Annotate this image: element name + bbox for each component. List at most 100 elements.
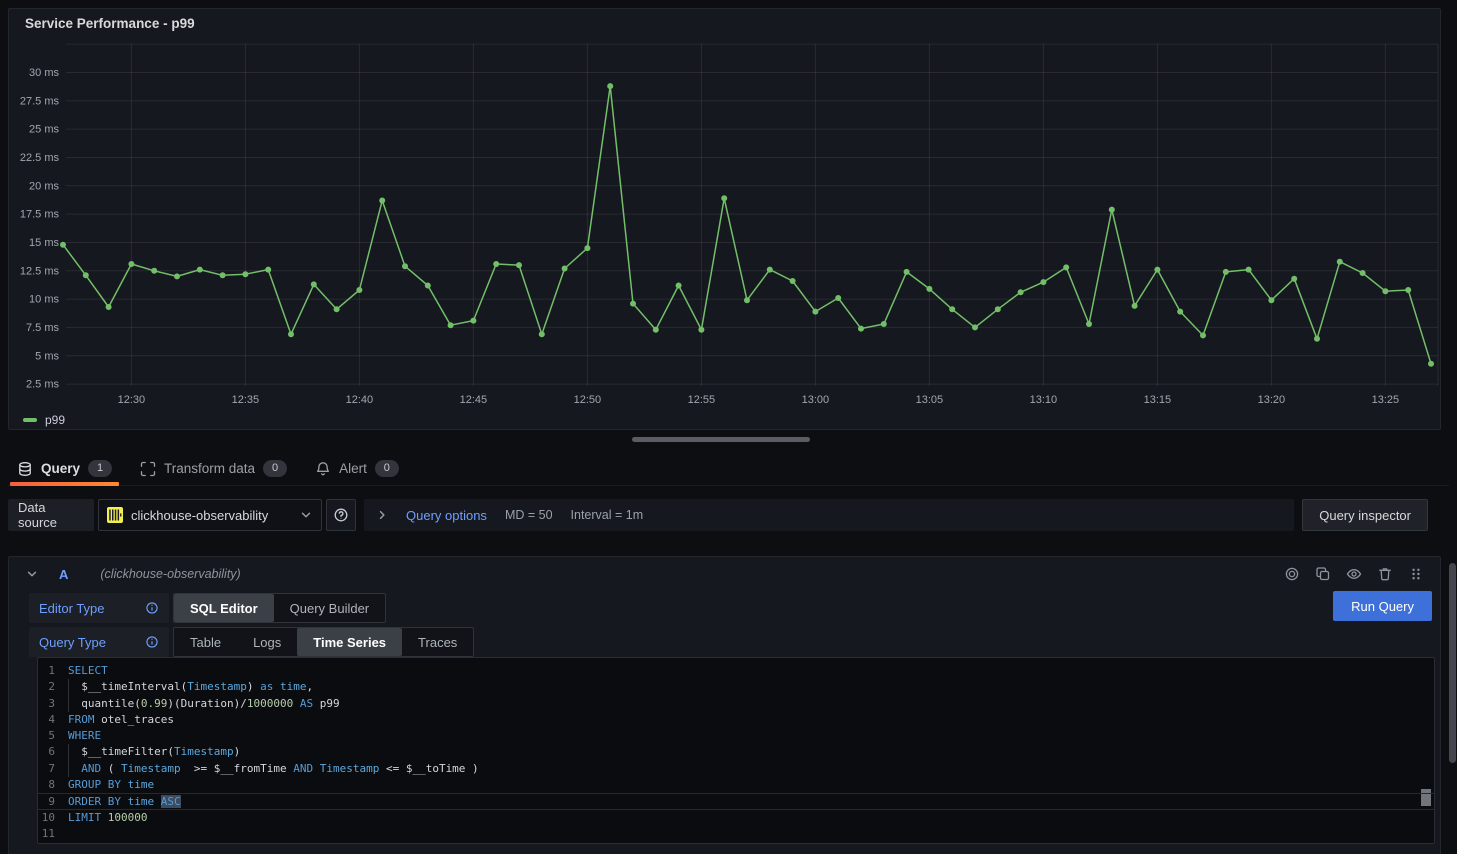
query-type-option-logs[interactable]: Logs <box>237 628 297 656</box>
code-line-4[interactable]: 4FROM otel_traces <box>38 712 1434 728</box>
query-type-option-table[interactable]: Table <box>174 628 237 656</box>
svg-text:13:25: 13:25 <box>1372 394 1400 406</box>
query-type-switch: TableLogsTime SeriesTraces <box>173 627 474 657</box>
panel-title[interactable]: Service Performance - p99 <box>25 16 195 31</box>
code-text: ORDER BY time ASC <box>68 794 181 808</box>
tab-label: Query <box>41 461 80 476</box>
query-inspector-button[interactable]: Query inspector <box>1302 499 1428 531</box>
svg-text:5 ms: 5 ms <box>35 350 59 362</box>
svg-text:27.5 ms: 27.5 ms <box>20 95 60 107</box>
legend-swatch <box>23 418 37 422</box>
editor-type-switch: SQL EditorQuery Builder <box>173 593 386 623</box>
page-scrollbar-thumb[interactable] <box>1449 563 1456 763</box>
editor-type-row: Editor Type SQL EditorQuery Builder <box>29 593 386 623</box>
query-type-option-traces[interactable]: Traces <box>402 628 473 656</box>
code-text: AND ( Timestamp >= $__fromTime AND Times… <box>68 761 479 777</box>
editor-type-label-chip: Editor Type <box>29 593 169 623</box>
horizontal-scrollbar-thumb[interactable] <box>632 437 810 442</box>
eye-icon[interactable] <box>1346 566 1362 582</box>
run-query-button[interactable]: Run Query <box>1333 591 1432 621</box>
code-line-1[interactable]: 1SELECT <box>38 663 1434 679</box>
code-text: FROM otel_traces <box>68 712 174 728</box>
svg-text:22.5 ms: 22.5 ms <box>20 152 60 164</box>
database-icon <box>17 461 33 477</box>
info-circle-icon[interactable] <box>145 635 159 649</box>
timeseries-panel: Service Performance - p99 2.5 ms 5 ms 7.5 … <box>8 8 1441 430</box>
svg-text:12.5 ms: 12.5 ms <box>20 265 60 277</box>
code-text: WHERE <box>68 728 101 744</box>
line-number: 11 <box>38 826 68 842</box>
query-row-header[interactable]: A (clickhouse-observability) <box>9 557 1440 591</box>
line-number: 1 <box>38 663 68 679</box>
line-number: 8 <box>38 777 68 793</box>
chevron-right-icon <box>376 509 388 521</box>
code-line-7[interactable]: 7 AND ( Timestamp >= $__fromTime AND Tim… <box>38 761 1434 777</box>
svg-text:13:20: 13:20 <box>1258 394 1286 406</box>
code-line-2[interactable]: 2 $__timeInterval(Timestamp) as time, <box>38 679 1434 695</box>
svg-text:12:50: 12:50 <box>574 394 602 406</box>
svg-text:2.5 ms: 2.5 ms <box>26 379 60 391</box>
svg-text:13:10: 13:10 <box>1030 394 1058 406</box>
svg-text:10 ms: 10 ms <box>29 294 59 306</box>
code-line-5[interactable]: 5WHERE <box>38 728 1434 744</box>
datasource-picker[interactable]: clickhouse-observability <box>98 499 322 531</box>
info-circle-icon[interactable] <box>145 601 159 615</box>
datasource-help-button[interactable] <box>326 499 356 531</box>
query-editor-card: A (clickhouse-observability) Editor Type… <box>8 556 1441 854</box>
code-line-9[interactable]: 9ORDER BY time ASC <box>38 793 1434 809</box>
svg-text:12:35: 12:35 <box>232 394 260 406</box>
drag-handle-icon[interactable] <box>1408 566 1424 582</box>
query-type-option-time-series[interactable]: Time Series <box>297 628 402 656</box>
sql-code-editor[interactable]: 1SELECT2 $__timeInterval(Timestamp) as t… <box>37 657 1435 844</box>
svg-text:13:00: 13:00 <box>802 394 830 406</box>
svg-text:17.5 ms: 17.5 ms <box>20 209 60 221</box>
editor-type-option-query-builder[interactable]: Query Builder <box>274 594 385 622</box>
svg-text:20 ms: 20 ms <box>29 180 59 192</box>
query-type-label-chip: Query Type <box>29 627 169 657</box>
query-datasource-name: (clickhouse-observability) <box>100 567 240 581</box>
code-text: $__timeInterval(Timestamp) as time, <box>68 679 313 695</box>
editor-type-option-sql-editor[interactable]: SQL Editor <box>174 594 274 622</box>
line-number: 5 <box>38 728 68 744</box>
line-number: 2 <box>38 679 68 695</box>
duplicate-icon[interactable] <box>1315 566 1331 582</box>
legend-item-p99[interactable]: p99 <box>23 413 65 427</box>
tab-count-badge: 0 <box>375 460 399 477</box>
line-number: 9 <box>38 794 68 808</box>
code-text: SELECT <box>68 663 108 679</box>
line-number: 3 <box>38 696 68 712</box>
collapse-query-icon[interactable] <box>25 567 39 581</box>
code-line-10[interactable]: 10LIMIT 100000 <box>38 810 1434 826</box>
svg-text:12:40: 12:40 <box>346 394 374 406</box>
tab-transform-data[interactable]: Transform data 0 <box>133 452 294 485</box>
datasource-label: Data source <box>8 499 94 531</box>
code-line-11[interactable]: 11 <box>38 826 1434 842</box>
disable-query-icon[interactable] <box>1284 566 1300 582</box>
tab-query[interactable]: Query 1 <box>10 452 119 485</box>
clickhouse-icon <box>107 507 123 523</box>
bell-icon <box>315 461 331 477</box>
datasource-row: Data source clickhouse-observability Que… <box>8 499 1441 531</box>
code-text: $__timeFilter(Timestamp) <box>68 744 240 760</box>
timeseries-chart[interactable]: 2.5 ms5 ms7.5 ms10 ms12.5 ms15 ms17.5 ms… <box>9 9 1440 429</box>
max-data-points-value: MD = 50 <box>505 508 553 522</box>
line-number: 10 <box>38 810 68 826</box>
question-circle-icon <box>333 507 349 523</box>
query-options-link[interactable]: Query options <box>406 508 487 523</box>
datasource-name: clickhouse-observability <box>131 508 291 523</box>
svg-text:25 ms: 25 ms <box>29 124 59 136</box>
query-refid[interactable]: A <box>59 567 68 582</box>
code-line-3[interactable]: 3 quantile(0.99)(Duration)/1000000 AS p9… <box>38 696 1434 712</box>
tab-label: Transform data <box>164 461 255 476</box>
code-line-6[interactable]: 6 $__timeFilter(Timestamp) <box>38 744 1434 760</box>
tab-alert[interactable]: Alert 0 <box>308 452 406 485</box>
svg-text:13:05: 13:05 <box>916 394 944 406</box>
process-icon <box>140 461 156 477</box>
trash-icon[interactable] <box>1377 566 1393 582</box>
query-options-toggle[interactable]: Query options MD = 50 Interval = 1m <box>364 499 1294 531</box>
code-line-8[interactable]: 8GROUP BY time <box>38 777 1434 793</box>
editor-type-label: Editor Type <box>39 601 105 616</box>
svg-text:7.5 ms: 7.5 ms <box>26 322 60 334</box>
query-type-row: Query Type TableLogsTime SeriesTraces <box>29 627 474 657</box>
chevron-down-icon <box>299 508 313 522</box>
